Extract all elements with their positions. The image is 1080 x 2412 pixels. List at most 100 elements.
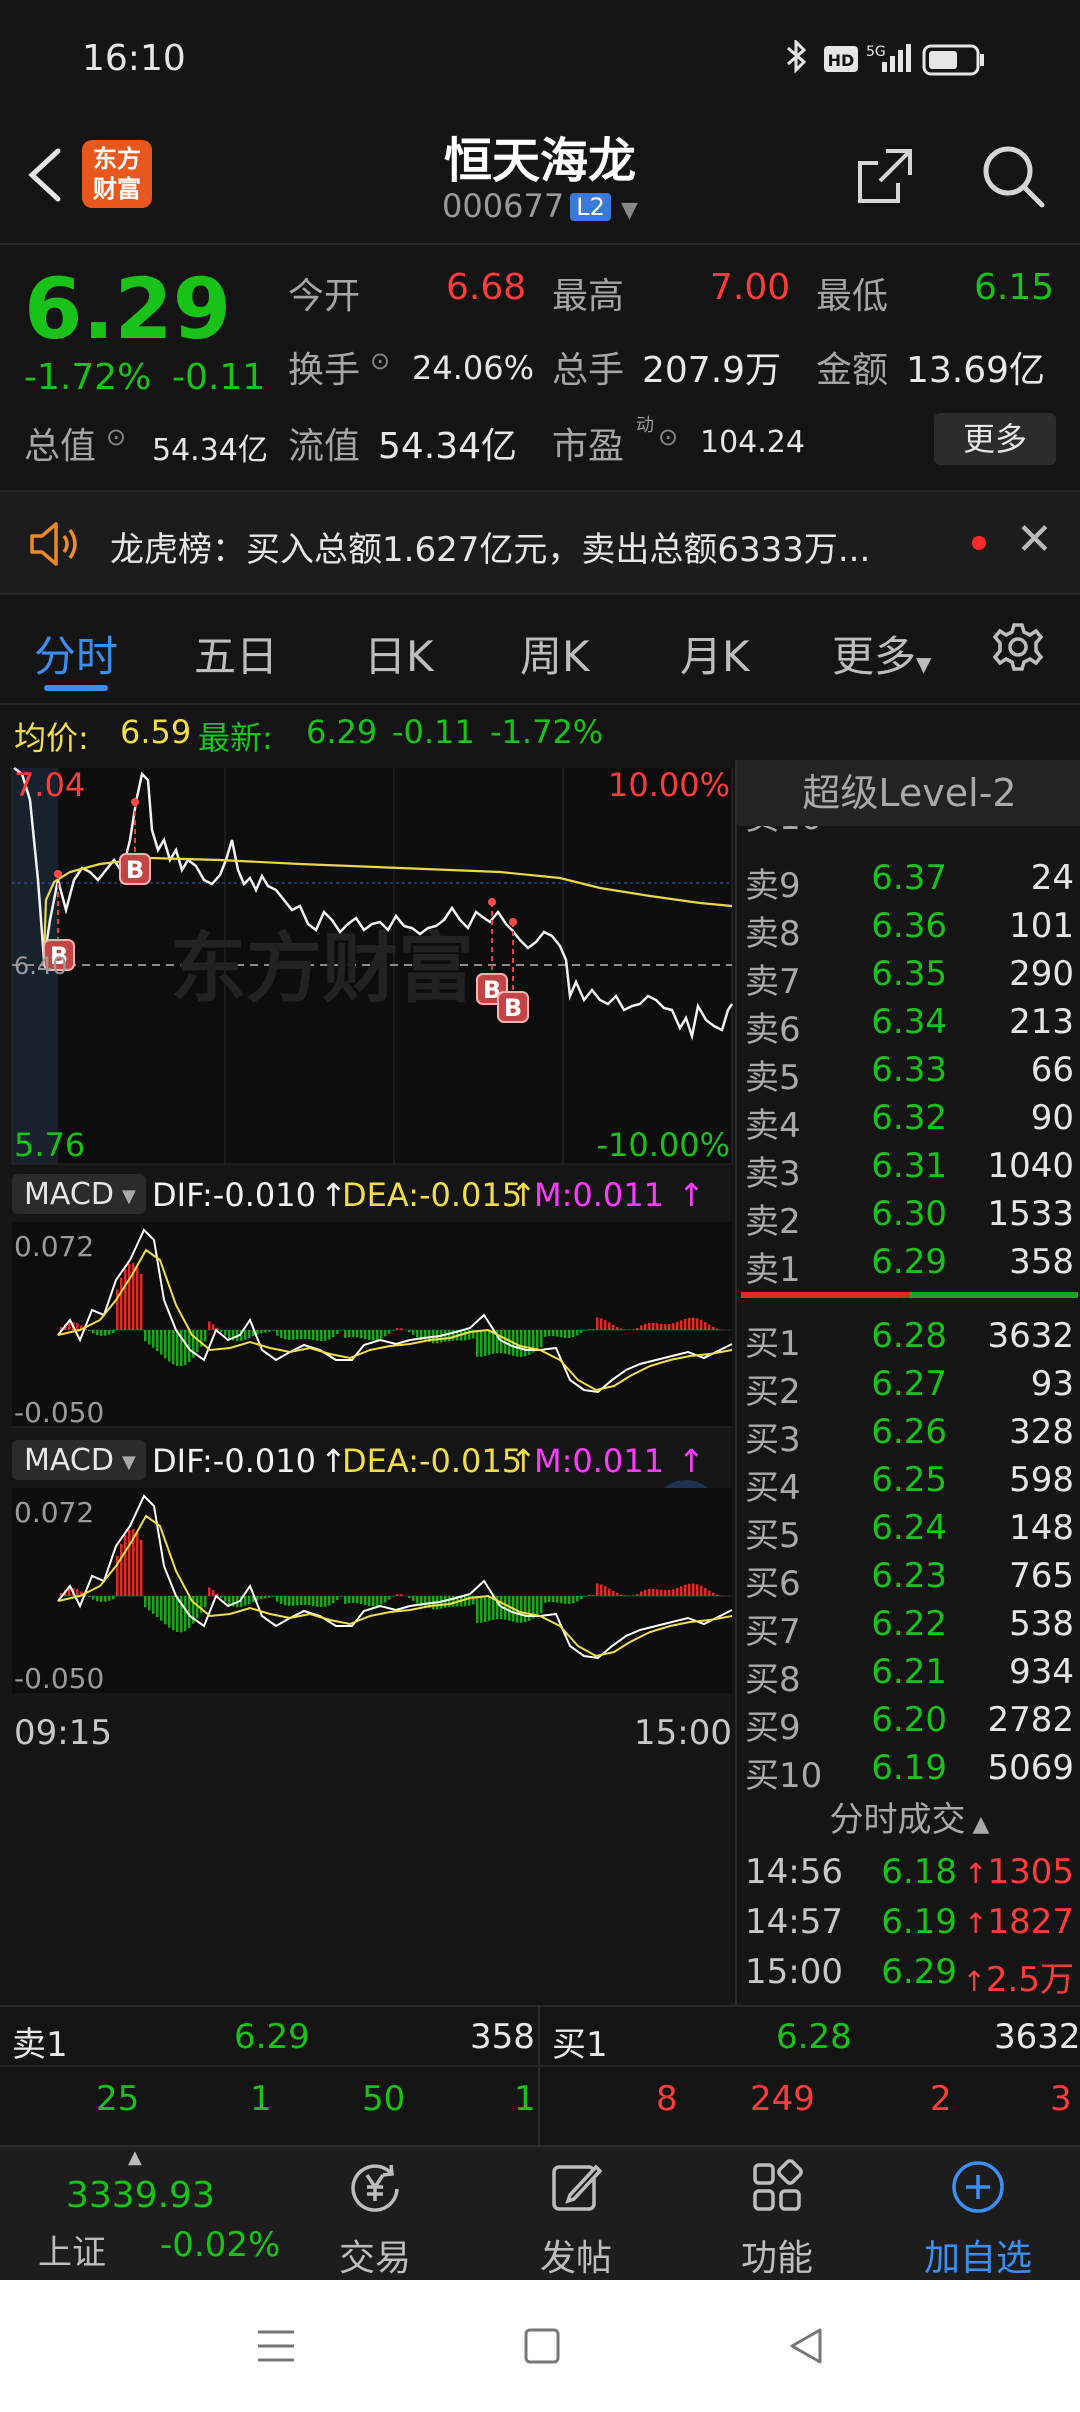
buy-queue-item: 2 — [930, 2079, 952, 2119]
index-value: 3339.93 — [66, 2175, 215, 2216]
tab-monthly-k[interactable]: 月K — [680, 623, 750, 684]
more-button[interactable]: 更多 — [934, 413, 1056, 465]
chevron-down-icon: ▼ — [621, 198, 638, 223]
avg-value: 6.59 — [120, 713, 192, 751]
ask-volume: 213 — [1009, 1002, 1074, 1042]
up-arrow-icon: ↑ — [678, 1442, 705, 1480]
buy-queue-item: 8 — [656, 2079, 678, 2119]
index-ticker[interactable]: ▲ 3339.93 上证 -0.02% — [0, 2147, 280, 2282]
nav-trade[interactable]: 交易 — [275, 2147, 475, 2282]
ask-label: 卖7 — [745, 962, 801, 1002]
intraday-chart-svg[interactable]: 东方财富 B B B B 7.04 10.00% 5.76 -10.00% 6.… — [0, 760, 735, 2005]
macd-dea-2: DEA:-0.015 — [342, 1442, 522, 1480]
up-arrow-icon: ↑ — [964, 1857, 988, 1890]
tab-intraday[interactable]: 分时 — [34, 623, 118, 684]
tab-weekly-k[interactable]: 周K — [520, 623, 590, 684]
ask-row[interactable]: 卖4 6.32 90 — [737, 1098, 1080, 1146]
volume-value: 207.9万 — [642, 350, 782, 391]
bid-volume: 3632 — [987, 1316, 1074, 1356]
bid-price: 6.25 — [871, 1460, 947, 1500]
tab-five-day[interactable]: 五日 — [194, 623, 278, 684]
bid-row[interactable]: 买8 6.21 934 — [737, 1652, 1080, 1700]
macd-max-2: 0.072 — [14, 1496, 94, 1529]
ask-row[interactable]: 卖6 6.34 213 — [737, 1002, 1080, 1050]
home-square-icon[interactable] — [522, 2324, 562, 2368]
settings-gear-icon[interactable] — [990, 619, 1046, 675]
buy1-vol: 3632 — [994, 2017, 1080, 2057]
bid-row[interactable]: 买5 6.24 148 — [737, 1508, 1080, 1556]
mktcap-label: 总值 — [24, 426, 97, 467]
avg-label: 均价: — [14, 719, 89, 757]
low-label: 最低 — [816, 276, 889, 317]
quote-panel: 6.29 -1.72% -0.11 总值 ⊙ 54.34亿 今开 6.68 最高… — [0, 245, 1080, 490]
y-top-label: 7.04 — [14, 766, 85, 804]
sell-queue-item: 1 — [514, 2079, 536, 2119]
ask-label: 卖2 — [745, 1202, 801, 1242]
tab-daily-k[interactable]: 日K — [364, 623, 434, 684]
y-bottom-pct-label: -10.00% — [596, 1126, 730, 1164]
order-book[interactable]: 超级Level-2 卖106.38409卖96.3724卖86.36101卖76… — [735, 760, 1080, 2005]
trade-time: 15:00 — [745, 1952, 843, 1992]
ask-row[interactable]: 卖7 6.35 290 — [737, 954, 1080, 1002]
macd-max-1: 0.072 — [14, 1230, 94, 1263]
ask-label: 卖8 — [745, 914, 801, 954]
trade-time: 14:56 — [745, 1852, 843, 1892]
ask-row[interactable]: 卖2 6.30 1533 — [737, 1194, 1080, 1242]
macd-dea-1: DEA:-0.015 — [342, 1176, 522, 1214]
ask-row[interactable]: 卖8 6.36 101 — [737, 906, 1080, 954]
ask-price: 6.33 — [871, 1050, 947, 1090]
bid-row[interactable]: 买4 6.25 598 — [737, 1460, 1080, 1508]
info-circle-icon[interactable]: ⊙ — [658, 423, 678, 451]
trade-yen-icon — [351, 2164, 399, 2212]
tab-more[interactable]: 更多▼ — [832, 623, 931, 684]
bid-row[interactable]: 买2 6.27 93 — [737, 1364, 1080, 1412]
bid-row[interactable]: 买7 6.22 538 — [737, 1604, 1080, 1652]
nav-functions[interactable]: 功能 — [677, 2147, 877, 2282]
up-arrow-icon: ↑ — [962, 1965, 986, 1998]
news-banner[interactable]: 龙虎榜：买入总额1.627亿元，卖出总额6333万... ✕ — [0, 490, 1080, 595]
bid-row[interactable]: 买1 6.28 3632 — [737, 1316, 1080, 1364]
back-triangle-icon[interactable] — [784, 2324, 828, 2368]
float-value: 54.34亿 — [378, 426, 518, 467]
up-arrow-icon: ↑ — [964, 1907, 988, 1940]
ask-row[interactable]: 卖1 6.29 358 — [737, 1242, 1080, 1290]
speaker-icon — [30, 522, 77, 566]
macd-m-1: M:0.011 — [534, 1176, 664, 1214]
level2-title[interactable]: 超级Level-2 — [737, 760, 1080, 826]
bid-row[interactable]: 买10 6.19 5069 — [737, 1748, 1080, 1796]
ask-label: 卖1 — [745, 1250, 801, 1290]
ask-row[interactable]: 卖9 6.37 24 — [737, 858, 1080, 906]
bid-label: 买10 — [745, 1756, 823, 1796]
trade-price: 6.18 — [881, 1852, 957, 1892]
bid-row[interactable]: 买9 6.20 2782 — [737, 1700, 1080, 1748]
time-end-label: 15:00 — [634, 1713, 732, 1753]
ask-price: 6.30 — [871, 1194, 947, 1234]
macd-dif-2: DIF:-0.010 — [152, 1442, 316, 1480]
buy1-label: 买1 — [552, 2025, 608, 2065]
intraday-chart-area[interactable]: 东方财富 B B B B 7.04 10.00% 5.76 -10.00% 6.… — [0, 760, 735, 2005]
info-circle-icon[interactable]: ⊙ — [106, 423, 126, 451]
level2-badge: L2 — [570, 193, 611, 221]
bid-price: 6.28 — [871, 1316, 947, 1356]
nav-post[interactable]: 发帖 — [476, 2147, 676, 2282]
menu-icon[interactable] — [254, 2326, 298, 2366]
ask-row[interactable]: 卖3 6.31 1040 — [737, 1146, 1080, 1194]
float-label: 流值 — [288, 426, 361, 467]
tab-active-indicator — [44, 685, 108, 691]
bid-price: 6.21 — [871, 1652, 947, 1692]
ask-row[interactable]: 卖5 6.33 66 — [737, 1050, 1080, 1098]
index-name: 上证 — [38, 2233, 106, 2273]
chart-tabs: 分时 五日 日K 周K 月K 更多▼ — [0, 595, 1080, 705]
svg-text:B: B — [126, 856, 144, 884]
bid-label: 买7 — [745, 1612, 801, 1652]
mktcap-value: 54.34亿 — [152, 433, 268, 468]
search-icon[interactable] — [978, 141, 1048, 211]
stock-code-row[interactable]: 000677 L2 ▼ — [0, 187, 1080, 225]
info-circle-icon[interactable]: ⊙ — [370, 347, 390, 375]
nav-add-watchlist[interactable]: 加自选 — [878, 2147, 1078, 2282]
share-icon[interactable] — [852, 143, 918, 209]
bid-row[interactable]: 买6 6.23 765 — [737, 1556, 1080, 1604]
bid-row[interactable]: 买3 6.26 328 — [737, 1412, 1080, 1460]
close-icon[interactable]: ✕ — [1016, 514, 1053, 565]
trades-header[interactable]: 分时成交 ▲ — [737, 1792, 1080, 1841]
